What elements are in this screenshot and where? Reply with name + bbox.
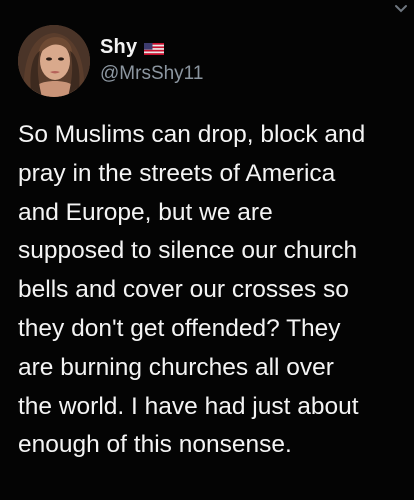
tweet-line: they don't get offended? They xyxy=(18,314,341,342)
us-flag-icon xyxy=(144,42,165,55)
tweet-line: pray in the streets of America xyxy=(18,159,336,187)
user-handle[interactable]: @MrsShy11 xyxy=(100,63,203,85)
tweet-line: supposed to silence our church xyxy=(18,237,358,265)
tweet-text: So Muslims can drop, block and pray in t… xyxy=(18,116,408,465)
tweet-line: enough of this nonsense. xyxy=(18,431,292,459)
profile-photo xyxy=(18,25,90,97)
avatar[interactable] xyxy=(18,25,90,97)
tweet-line: bells and cover our crosses so xyxy=(18,276,349,304)
author-row: Shy xyxy=(100,35,165,59)
tweet-card: Shy @MrsShy11 So Muslims can drop, block… xyxy=(0,0,414,500)
tweet-line: the world. I have had just about xyxy=(18,392,359,420)
chevron-down-icon[interactable] xyxy=(394,4,408,14)
tweet-line: and Europe, but we are xyxy=(18,198,273,226)
display-name[interactable]: Shy xyxy=(100,36,137,59)
tweet-line: So Muslims can drop, block and xyxy=(18,121,366,148)
tweet-line: are burning churches all over xyxy=(18,353,334,381)
